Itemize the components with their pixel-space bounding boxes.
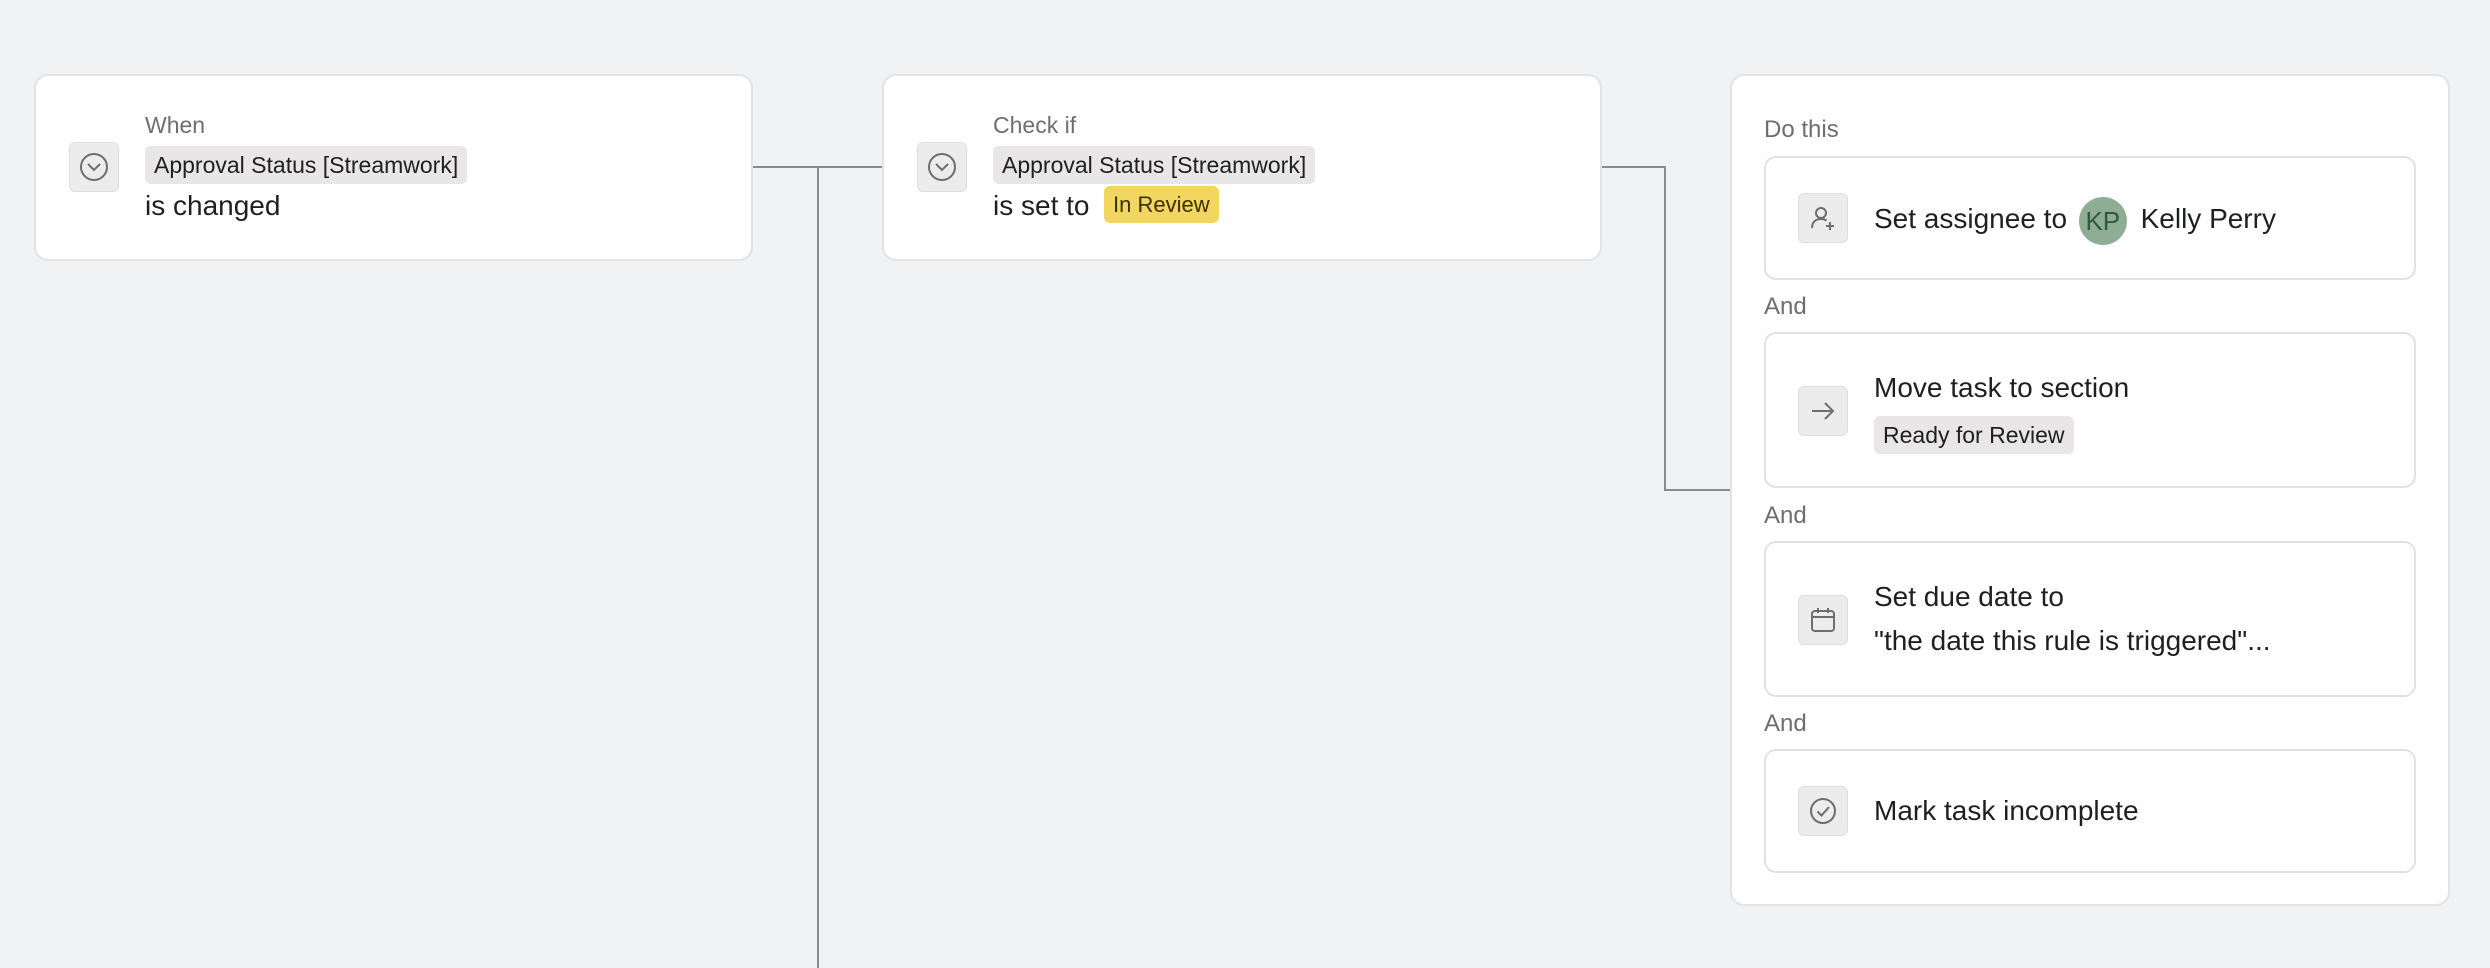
- action-set-assignee[interactable]: Set assignee to KP Kelly Perry: [1764, 156, 2416, 280]
- action-assignee-label: Set assignee to: [1874, 203, 2068, 234]
- avatar[interactable]: KP: [2078, 196, 2127, 245]
- connector-check-vertical: [1664, 166, 1666, 491]
- trigger-condition: is changed: [145, 190, 281, 221]
- section-chip[interactable]: Ready for Review: [1874, 416, 2074, 454]
- check-value-chip[interactable]: In Review: [1104, 186, 1219, 223]
- chevron-down-circle-icon[interactable]: [917, 142, 967, 192]
- action-assignee-row: Set assignee to KP Kelly Perry: [1874, 194, 2276, 245]
- check-caption: Check if: [993, 112, 1077, 138]
- connector-check-actions: [1664, 489, 1732, 491]
- connector-check-horizontal: [1602, 166, 1666, 168]
- action-mark-incomplete[interactable]: Mark task incomplete: [1764, 749, 2416, 873]
- calendar-icon: [1798, 595, 1848, 645]
- action-due-label: Set due date to: [1874, 581, 2064, 612]
- action-due-detail: "the date this rule is triggered"...: [1874, 625, 2271, 656]
- trigger-field-chip[interactable]: Approval Status [Streamwork]: [145, 146, 468, 184]
- arrow-right-icon: [1798, 386, 1848, 436]
- trigger-caption: When: [145, 112, 206, 138]
- action-incomplete-label: Mark task incomplete: [1874, 795, 2139, 826]
- action-move-section[interactable]: Move task to section Ready for Review: [1764, 332, 2416, 488]
- and-label-2: And: [1764, 502, 1807, 529]
- check-condition-prefix: is set to: [993, 190, 1090, 221]
- trigger-card[interactable]: When Approval Status [Streamwork] is cha…: [34, 74, 753, 261]
- assignee-name[interactable]: Kelly Perry: [2141, 203, 2276, 234]
- check-card[interactable]: Check if Approval Status [Streamwork] is…: [882, 74, 1602, 261]
- and-label-1: And: [1764, 293, 1807, 320]
- action-set-due-date[interactable]: Set due date to "the date this rule is t…: [1764, 541, 2416, 697]
- check-field-chip[interactable]: Approval Status [Streamwork]: [993, 146, 1316, 184]
- actions-caption: Do this: [1764, 116, 1839, 143]
- check-circle-icon: [1798, 786, 1848, 836]
- action-move-label: Move task to section: [1874, 372, 2130, 403]
- user-add-icon: [1798, 193, 1848, 243]
- and-label-3: And: [1764, 710, 1807, 737]
- connector-vertical-down: [817, 166, 819, 968]
- chevron-down-circle-icon[interactable]: [69, 142, 119, 192]
